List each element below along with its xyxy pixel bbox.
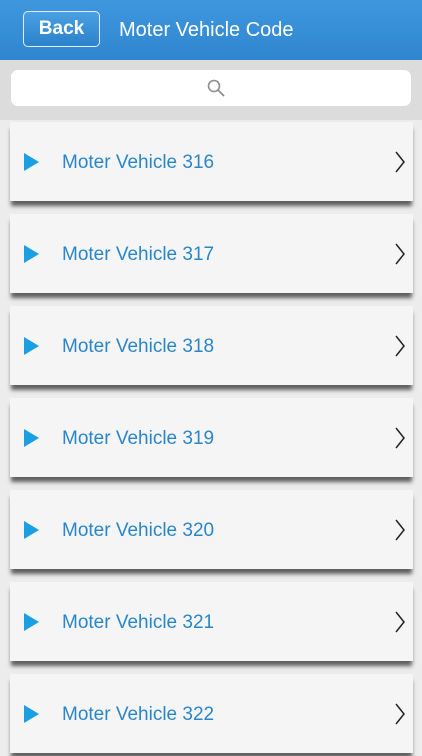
back-button[interactable]: Back — [23, 11, 100, 47]
chevron-right-icon — [395, 335, 405, 357]
chevron-right-icon — [395, 427, 405, 449]
list-item-label: Moter Vehicle 319 — [62, 428, 215, 449]
list-item-label: Moter Vehicle 317 — [62, 244, 215, 265]
list-item-label: Moter Vehicle 320 — [62, 520, 215, 541]
chevron-right-icon — [395, 151, 405, 173]
list-item[interactable]: Moter Vehicle 320 — [10, 490, 413, 569]
play-icon — [24, 337, 39, 355]
play-icon — [24, 245, 39, 263]
list-item[interactable]: Moter Vehicle 316 — [10, 122, 413, 201]
page-title: Moter Vehicle Code — [119, 19, 294, 41]
play-icon — [24, 153, 39, 171]
navigation-bar: Back Moter Vehicle Code — [0, 0, 422, 60]
search-input[interactable] — [11, 70, 411, 106]
list-item-label: Moter Vehicle 318 — [62, 336, 215, 357]
list-item-label: Moter Vehicle 316 — [62, 152, 215, 173]
search-icon — [207, 79, 225, 97]
play-icon — [24, 521, 39, 539]
chevron-right-icon — [395, 519, 405, 541]
list-item-label: Moter Vehicle 321 — [62, 612, 215, 633]
list-item[interactable]: Moter Vehicle 318 — [10, 306, 413, 385]
chevron-right-icon — [395, 243, 405, 265]
play-icon — [24, 613, 39, 631]
play-icon — [24, 705, 39, 723]
list-item[interactable]: Moter Vehicle 319 — [10, 398, 413, 477]
list-item[interactable]: Moter Vehicle 322 — [10, 674, 413, 753]
search-bar — [0, 60, 422, 120]
chevron-right-icon — [395, 703, 405, 725]
chevron-right-icon — [395, 611, 405, 633]
list-item-label: Moter Vehicle 322 — [62, 704, 215, 725]
list-item[interactable]: Moter Vehicle 317 — [10, 214, 413, 293]
list-item[interactable]: Moter Vehicle 321 — [10, 582, 413, 661]
play-icon — [24, 429, 39, 447]
